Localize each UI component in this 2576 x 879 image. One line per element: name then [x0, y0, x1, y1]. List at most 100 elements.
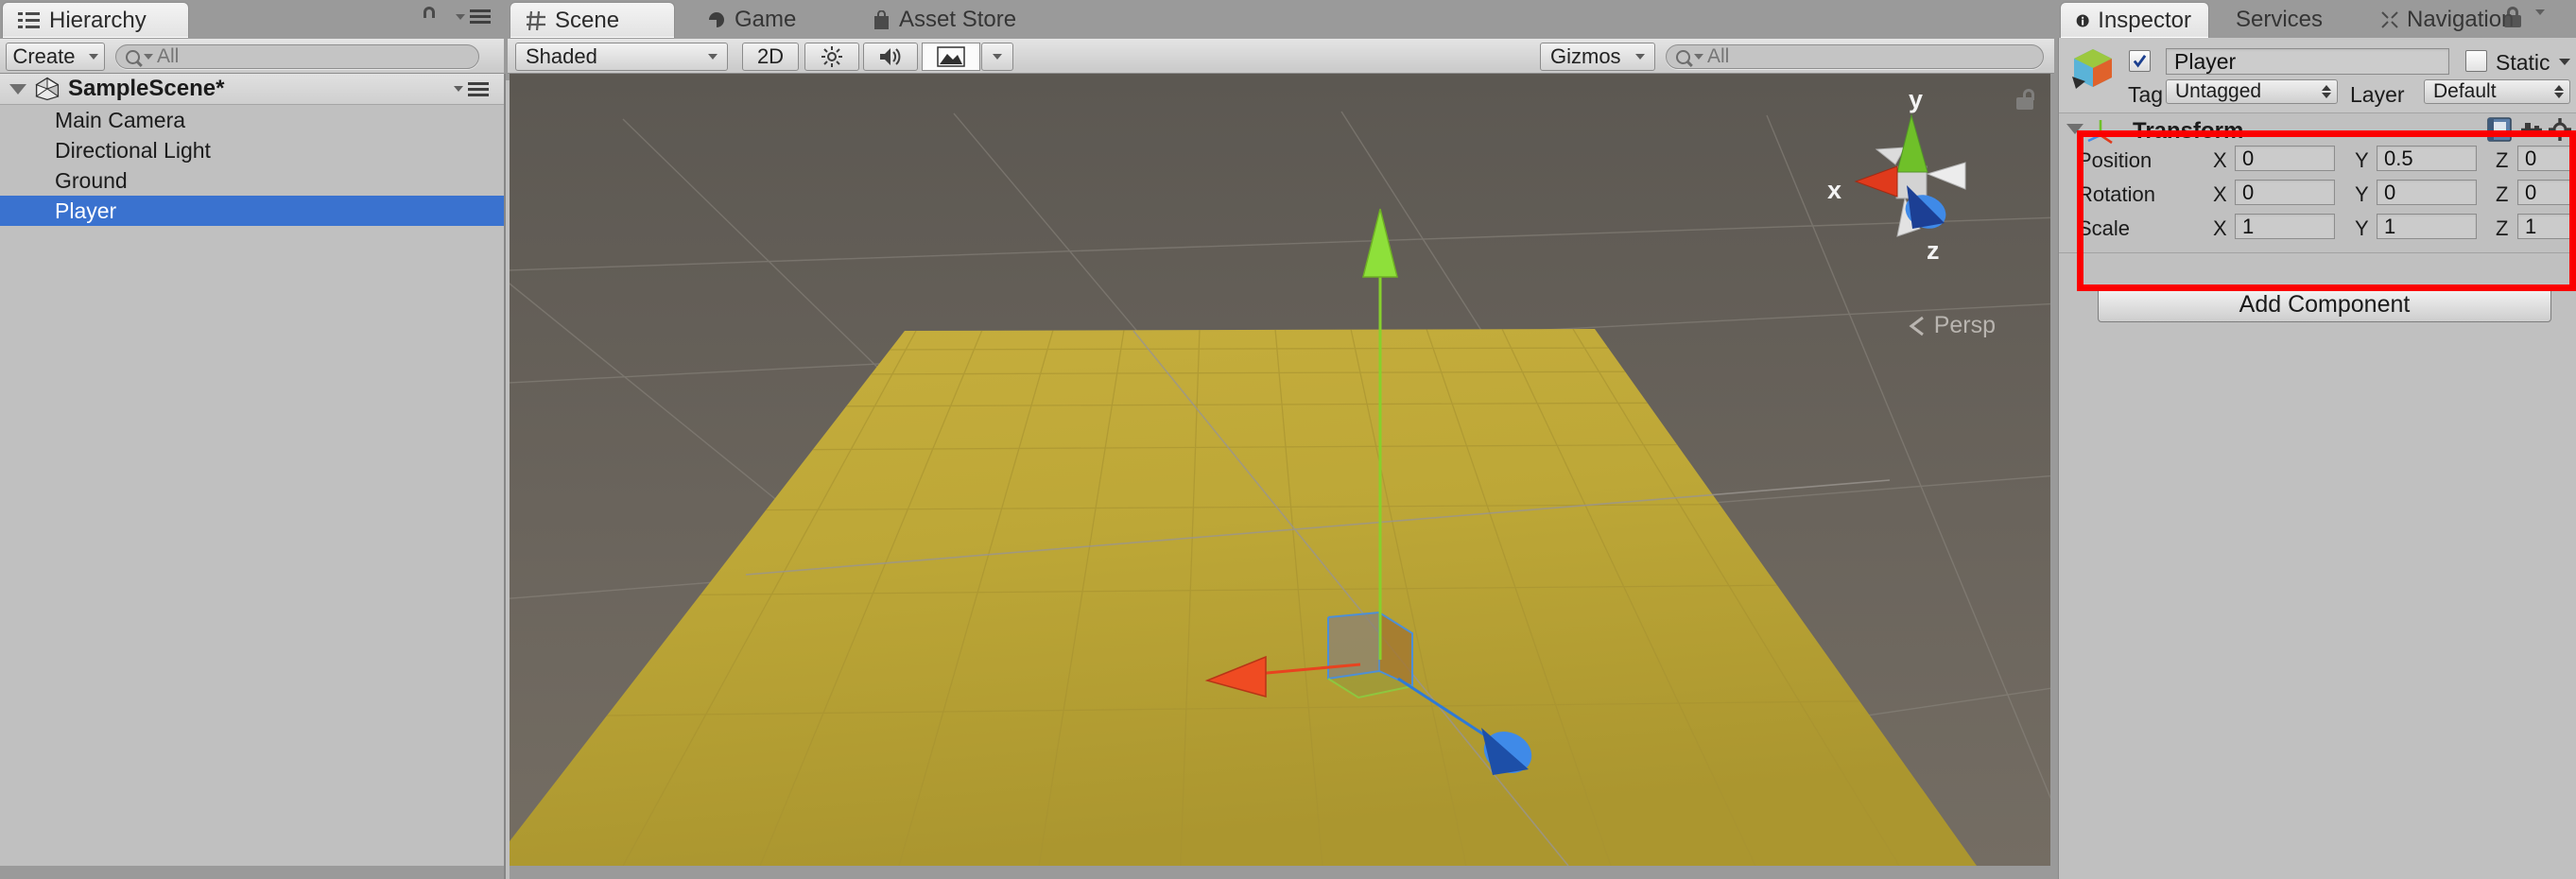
scene-panel: Scene Game Asset Store Shaded 2D Gizmos … [508, 0, 2056, 879]
component-separator [2059, 252, 2576, 253]
tab-inspector[interactable]: Inspector [2060, 2, 2209, 38]
position-x-value: 0 [2242, 146, 2255, 170]
tab-asset-store[interactable]: Asset Store [857, 2, 1033, 38]
scale-y-input[interactable]: 1 [2377, 214, 2477, 239]
object-name-field[interactable]: Player [2166, 48, 2449, 75]
transform-foldout-icon[interactable] [2066, 124, 2083, 134]
updown-arrows-icon [2322, 85, 2331, 98]
checkmark-icon [2133, 55, 2147, 68]
foldout-triangle-icon[interactable] [9, 83, 26, 95]
scene-effects-dropdown[interactable] [981, 43, 1013, 71]
rotation-x-value: 0 [2242, 180, 2255, 204]
hierarchy-menu-button[interactable] [456, 9, 491, 24]
static-checkbox[interactable] [2465, 50, 2487, 72]
search-icon [1676, 49, 1690, 64]
scale-y-value: 1 [2384, 214, 2396, 238]
gear-icon[interactable] [2548, 117, 2572, 142]
hierarchy-list: SampleScene* Main Camera Directional Lig… [0, 74, 504, 226]
tag-value: Untagged [2175, 80, 2262, 102]
preset-book-icon[interactable] [2485, 116, 2514, 143]
gizmos-search-input[interactable]: All [1666, 44, 2044, 69]
add-component-label: Add Component [2239, 290, 2411, 318]
rotation-y-input[interactable]: 0 [2377, 180, 2477, 205]
create-button[interactable]: Create [6, 43, 105, 71]
scene-context-menu-button[interactable] [454, 81, 504, 96]
gizmo-axis-y-label: y [1909, 85, 1923, 113]
tab-scene-label: Scene [555, 7, 620, 33]
rotation-x-input[interactable]: 0 [2235, 180, 2335, 205]
gizmos-dropdown[interactable]: Gizmos [1540, 43, 1655, 71]
add-component-button[interactable]: Add Component [2098, 286, 2551, 322]
inspector-panel: Inspector Services Navigation Player Sta… [2058, 0, 2576, 879]
draw-mode-label: Shaded [526, 44, 597, 68]
position-y-value: 0.5 [2384, 146, 2413, 170]
object-enabled-checkbox[interactable] [2129, 50, 2151, 72]
position-z-input[interactable]: 0 [2517, 146, 2576, 171]
layer-value: Default [2433, 80, 2497, 102]
tab-hierarchy[interactable]: Hierarchy [2, 2, 189, 38]
hierarchy-toolbar: Create All [0, 38, 504, 74]
scale-label: Scale [2078, 216, 2131, 240]
static-dropdown-caret-icon[interactable] [2559, 59, 2570, 65]
navigation-icon [2381, 11, 2398, 28]
scale-z-input[interactable]: 1 [2517, 214, 2576, 239]
hierarchy-panel: Hierarchy Create All SampleScene* Main C… [0, 0, 926, 879]
hierarchy-horizontal-scrollbar[interactable] [0, 866, 504, 879]
object-name-value: Player [2174, 48, 2237, 74]
scene-toolbar: Shaded 2D Gizmos All [508, 38, 2054, 74]
hierarchy-search-input[interactable]: All [115, 44, 479, 69]
scene-horizontal-scrollbar[interactable] [510, 866, 2050, 879]
draw-mode-dropdown[interactable]: Shaded [515, 43, 728, 71]
scene-audio-toggle[interactable] [863, 43, 918, 71]
tab-game[interactable]: Game [692, 2, 813, 38]
inspector-object-header: Player Static Tag Untagged Layer Default [2059, 38, 2576, 113]
hierarchy-scene-root[interactable]: SampleScene* [0, 74, 504, 105]
chevron-down-icon [993, 54, 1002, 60]
scene-lock-icon[interactable] [2016, 89, 2034, 110]
scale-x-input[interactable]: 1 [2235, 214, 2335, 239]
transform-title: Transform [2133, 118, 2244, 144]
tag-label: Tag [2128, 82, 2164, 107]
info-circle-icon [2076, 14, 2089, 26]
grid-icon [527, 10, 545, 30]
hierarchy-item-directional-light[interactable]: Directional Light [0, 135, 504, 165]
gizmos-search-placeholder: All [1707, 45, 1730, 67]
inspector-menu-button[interactable] [2535, 9, 2570, 15]
scene-name-label: SampleScene* [68, 76, 225, 101]
scale-z-label: Z [2496, 216, 2509, 240]
tag-dropdown[interactable]: Untagged [2166, 79, 2338, 104]
rotation-x-label: X [2213, 182, 2227, 206]
tab-game-label: Game [735, 7, 797, 32]
rotation-z-input[interactable]: 0 [2517, 180, 2576, 205]
position-x-label: X [2213, 148, 2227, 172]
position-y-input[interactable]: 0.5 [2377, 146, 2477, 171]
tab-services[interactable]: Services [2221, 2, 2340, 38]
toggle-2d-button[interactable]: 2D [742, 43, 799, 71]
scene-effects-toggle[interactable] [922, 43, 980, 71]
transform-component: Transform Position X 0 Y 0.5 Z 0 Rotatio… [2059, 114, 2576, 294]
layer-label: Layer [2350, 82, 2405, 107]
hierarchy-item-main-camera[interactable]: Main Camera [0, 105, 504, 135]
hierarchy-item-player[interactable]: Player [0, 196, 504, 226]
scene-viewport[interactable]: y x z Persp [510, 74, 2050, 866]
tab-asset-store-label: Asset Store [899, 7, 1017, 32]
tab-inspector-label: Inspector [2098, 7, 2191, 33]
chevron-down-icon [88, 54, 98, 60]
component-settings-icon[interactable] [2519, 119, 2544, 140]
search-filter-caret-icon [1694, 54, 1703, 60]
position-x-input[interactable]: 0 [2235, 146, 2335, 171]
hierarchy-tabbar: Hierarchy [0, 0, 926, 879]
inspector-lock-icon[interactable] [2504, 7, 2521, 27]
scene-projection-indicator[interactable]: Persp [1908, 312, 1996, 339]
tab-scene[interactable]: Scene [510, 2, 675, 38]
scene-lighting-toggle[interactable] [804, 43, 859, 71]
hierarchy-item-ground[interactable]: Ground [0, 165, 504, 196]
hierarchy-lock-icon[interactable] [421, 7, 926, 879]
tab-navigation-label: Navigation [2407, 7, 2515, 32]
layer-dropdown[interactable]: Default [2424, 79, 2570, 104]
scene-orientation-gizmo[interactable]: y x z [1814, 79, 2013, 316]
hierarchy-item-label: Directional Light [55, 137, 211, 163]
chevron-left-icon [1909, 316, 1924, 336]
gizmos-label: Gizmos [1550, 44, 1621, 68]
image-icon [937, 46, 965, 67]
